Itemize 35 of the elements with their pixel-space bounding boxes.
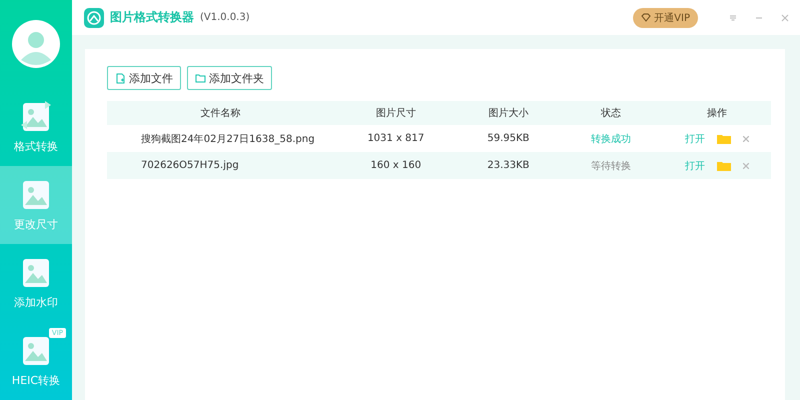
- image-icon: [19, 99, 53, 134]
- column-header: 状态: [558, 101, 664, 125]
- app-logo-icon: [84, 8, 104, 28]
- app-version: (V1.0.0.3): [200, 12, 250, 23]
- table-cell: 搜狗截图24年02月27日1638_58.png: [107, 125, 334, 152]
- vip-button[interactable]: 开通VIP: [633, 8, 698, 28]
- folder-icon[interactable]: [717, 134, 732, 144]
- avatar-icon[interactable]: [12, 20, 60, 68]
- delete-icon[interactable]: [743, 162, 750, 168]
- close-icon[interactable]: [780, 12, 790, 22]
- table-cell: 1031 x 817: [334, 125, 458, 152]
- menu-icon[interactable]: [728, 12, 738, 22]
- column-header: 操作: [663, 101, 771, 125]
- table-cell: 702626O57H75.jpg: [107, 152, 334, 179]
- column-header: 图片尺寸: [334, 101, 458, 125]
- open-link[interactable]: 打开: [685, 158, 706, 172]
- table-cell: 160 x 160: [334, 152, 458, 179]
- folder-icon[interactable]: [717, 160, 732, 170]
- status-cell: 等待转换: [558, 152, 664, 179]
- delete-icon[interactable]: [743, 136, 750, 142]
- add-file-button[interactable]: 添加文件: [107, 66, 181, 90]
- diamond-icon: [641, 13, 652, 22]
- table-cell: 23.33KB: [458, 152, 559, 179]
- column-header: 文件名称: [107, 101, 334, 125]
- app-title: 图片格式转换器: [110, 9, 194, 26]
- sidebar-item[interactable]: 更改尺寸: [0, 166, 72, 244]
- add-folder-button[interactable]: 添加文件夹: [187, 66, 272, 90]
- open-link[interactable]: 打开: [685, 132, 706, 146]
- file-add-icon: [115, 72, 126, 84]
- table-cell: 59.95KB: [458, 125, 559, 152]
- folder-icon: [195, 72, 206, 84]
- column-header: 图片大小: [458, 101, 559, 125]
- status-cell: 转换成功: [558, 125, 664, 152]
- sidebar-item[interactable]: 添加水印: [0, 244, 72, 322]
- sidebar-item[interactable]: 格式转换: [0, 88, 72, 166]
